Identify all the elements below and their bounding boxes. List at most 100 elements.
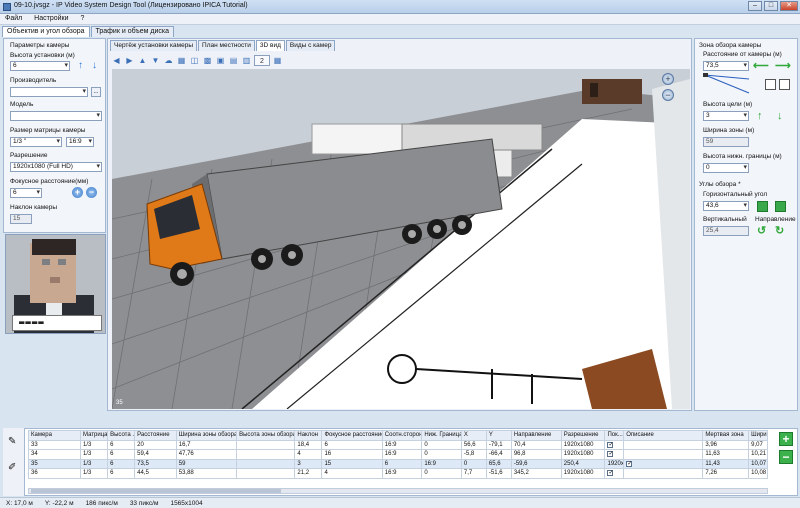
table-cell[interactable]: ✓ [604, 439, 625, 450]
col-distance[interactable]: Расстояние [134, 430, 177, 441]
table-cell[interactable]: ✓ [604, 449, 625, 460]
table-cell[interactable]: 18,4 [294, 439, 323, 450]
table-cell[interactable]: ✓ [604, 468, 625, 479]
table-row[interactable]: 33 1/3 6 20 16,7 18,4 6 16:9 0 56,6 -79,1 70,4 1920x… [27, 439, 768, 450]
table-cell[interactable]: 6 [381, 458, 423, 469]
tab-terrain-plan[interactable]: План местности [198, 40, 255, 51]
focal-field[interactable]: 6 [10, 188, 42, 198]
pan-down-icon[interactable]: ▼ [150, 55, 161, 66]
col-lower-bound[interactable]: Ниж. Граница [421, 430, 462, 441]
tab-camera-drawing[interactable]: Чертёж установки камеры [110, 40, 198, 51]
col-camera[interactable]: Камера [27, 430, 82, 441]
table-cell[interactable]: 6 [107, 468, 136, 479]
target-height-field[interactable]: 3 [703, 111, 749, 121]
table-cell[interactable]: 59 [175, 458, 238, 469]
table-cell[interactable]: 1/3 [80, 458, 109, 469]
resolution-select[interactable]: 1920x1080 (Full HD) [10, 162, 102, 172]
person-red-icon[interactable] [779, 79, 790, 90]
table-cell[interactable] [236, 468, 296, 479]
table-cell[interactable]: 4 [294, 449, 323, 460]
table-cell[interactable] [236, 439, 296, 450]
tab-3d-view[interactable]: 3D вид [255, 40, 285, 51]
table-cell[interactable]: -66,4 [485, 449, 512, 460]
table-cell[interactable]: 1920x1080 [560, 439, 606, 450]
table-cell[interactable] [623, 468, 704, 479]
table-cell[interactable]: 33 [27, 439, 82, 450]
col-y[interactable]: Y [485, 430, 512, 441]
pan-right-icon[interactable]: ▶ [124, 55, 135, 66]
person-icon[interactable] [765, 79, 776, 90]
col-direction[interactable]: Направление [510, 430, 562, 441]
table-cell[interactable]: 9,07 [748, 439, 768, 450]
table-row[interactable]: 34 1/3 6 59,4 47,76 4 16 16:9 0 -5,8 -66,4 96,8 1920… [27, 449, 768, 460]
close-button[interactable]: ✕ [780, 1, 798, 11]
col-zone-height[interactable]: Высота зоны обзора [236, 430, 296, 441]
camera-tool-icon[interactable]: ✎ [8, 436, 16, 447]
up-icon[interactable]: ↑ [757, 111, 763, 122]
col-zone-width[interactable]: Ширина зоны обзора [175, 430, 238, 441]
table-cell[interactable]: 11,43 [702, 458, 750, 469]
table-cell[interactable] [236, 458, 296, 469]
table-cell[interactable]: 0 [460, 458, 487, 469]
table-cell[interactable]: 1920x1080 [604, 458, 625, 469]
zoom-out-icon[interactable]: − [662, 89, 674, 101]
lower-bound-field[interactable]: 0 [703, 163, 749, 173]
table-cell[interactable]: 3,96 [702, 439, 750, 450]
maximize-button[interactable]: □ [764, 1, 778, 11]
decrease-distance-icon[interactable]: ⟵ [753, 61, 769, 72]
model-select[interactable] [10, 111, 102, 121]
table-cell[interactable]: 53,88 [175, 468, 238, 479]
menu-help[interactable]: ? [75, 14, 89, 23]
table-cell[interactable]: -51,6 [485, 468, 512, 479]
down-icon[interactable]: ↓ [777, 111, 783, 122]
table-cell[interactable]: 4 [321, 468, 383, 479]
table-cell[interactable]: -79,1 [485, 439, 512, 450]
table-cell[interactable]: 10,07 [748, 458, 768, 469]
col-x[interactable]: X [460, 430, 487, 441]
table-cell[interactable]: 34 [27, 449, 82, 460]
pen-tool-icon[interactable]: ✐ [8, 462, 16, 473]
table-cell[interactable]: -5,8 [460, 449, 487, 460]
table-cell[interactable]: 73,5 [134, 458, 177, 469]
up-arrow-icon[interactable]: ↑ [76, 60, 85, 72]
table-cell[interactable]: 16:9 [381, 449, 423, 460]
table-cell[interactable]: 35 [27, 458, 82, 469]
table-cell[interactable]: 16,7 [175, 439, 238, 450]
table-cell[interactable] [623, 439, 704, 450]
col-description[interactable]: Описание [623, 430, 704, 441]
table-row[interactable]: 36 1/3 6 44,5 53,88 21,2 4 16:9 0 7,7 -51,6 345,2 19… [27, 468, 768, 479]
table-cell[interactable]: 20 [134, 439, 177, 450]
show-checkbox[interactable]: ✓ [607, 441, 614, 448]
table-cell[interactable]: 36 [27, 468, 82, 479]
table-cell[interactable]: 10,08 [748, 468, 768, 479]
table-cell[interactable]: 1/3 [80, 468, 109, 479]
table-cell[interactable]: 1/3 [80, 449, 109, 460]
table-cell[interactable]: 0 [421, 439, 462, 450]
aspect-select[interactable]: 16:9 [66, 137, 94, 147]
view-count-select[interactable]: 2 [254, 54, 270, 66]
view-icon[interactable]: ◫ [189, 55, 200, 66]
table-cell[interactable]: 21,2 [294, 468, 323, 479]
table-cell[interactable]: 0 [421, 449, 462, 460]
table-cell[interactable]: 6 [321, 439, 383, 450]
increase-distance-icon[interactable]: ⟶ [775, 61, 791, 72]
table-cell[interactable]: 345,2 [510, 468, 562, 479]
table-cell[interactable]: 250,4 [560, 458, 606, 469]
settings-icon[interactable]: ▦ [272, 55, 283, 66]
menu-settings[interactable]: Настройки [29, 14, 73, 23]
table-cell[interactable]: 47,76 [175, 449, 238, 460]
tab-lens-angle[interactable]: Объектив и угол обзора [2, 26, 90, 37]
narrow-angle-icon[interactable] [775, 201, 786, 212]
col-resolution[interactable]: Разрешение [560, 430, 606, 441]
down-arrow-icon[interactable]: ↓ [90, 60, 99, 72]
table-cell[interactable] [623, 449, 704, 460]
table-cell[interactable]: 1920x1080 [560, 468, 606, 479]
table-cell[interactable]: 10,21 [748, 449, 768, 460]
col-height[interactable]: Высота ... [107, 430, 136, 441]
focal-plus-icon[interactable]: + [72, 187, 83, 198]
table-cell[interactable]: 65,6 [485, 458, 512, 469]
tilt-field[interactable]: 15 [10, 214, 32, 224]
minimize-button[interactable]: – [748, 1, 762, 11]
col-sensor[interactable]: Матрица [80, 430, 109, 441]
table-cell[interactable]: 3 [294, 458, 323, 469]
